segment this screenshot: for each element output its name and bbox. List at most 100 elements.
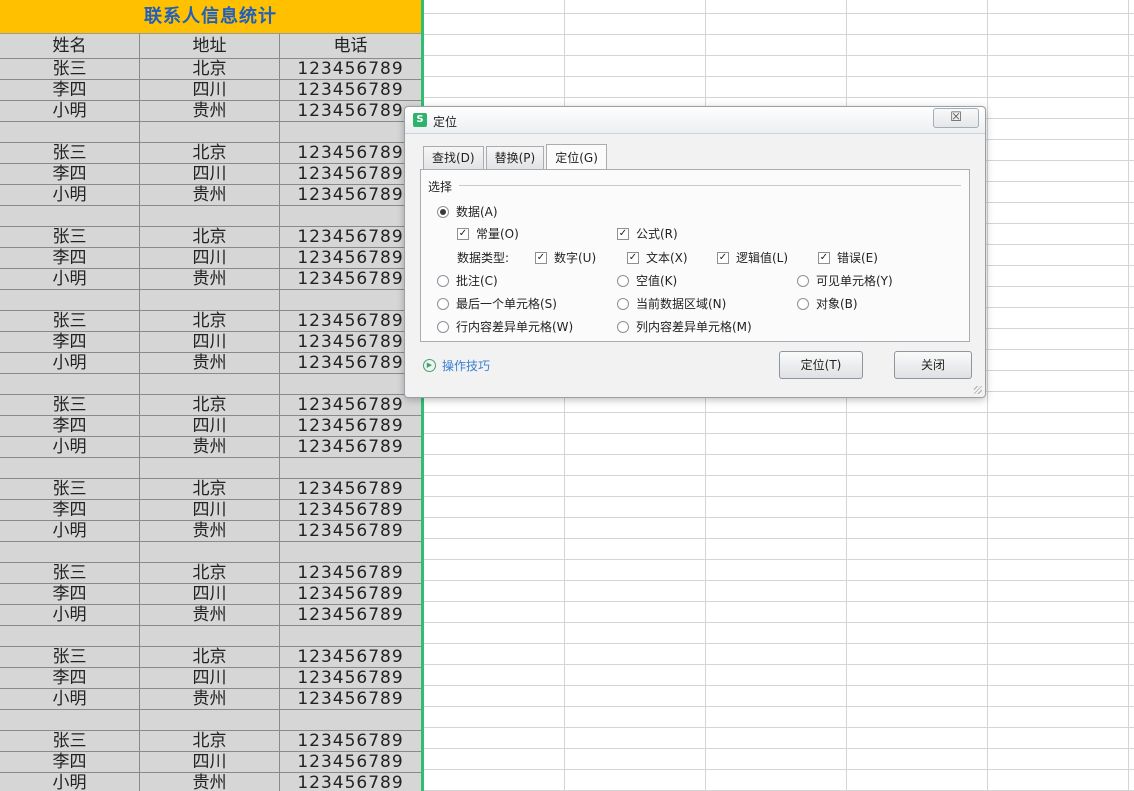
name-cell[interactable]: 张三 (0, 59, 140, 79)
phone-cell[interactable] (280, 458, 421, 478)
radio-icon[interactable] (617, 297, 629, 310)
phone-cell[interactable]: 123456789 (280, 59, 421, 79)
address-cell[interactable]: 贵州 (140, 521, 280, 541)
phone-cell[interactable] (280, 122, 421, 142)
phone-cell[interactable]: 123456789 (280, 164, 421, 184)
checkbox-icon[interactable]: ✓ (627, 251, 639, 264)
phone-cell[interactable]: 123456789 (280, 80, 421, 100)
name-cell[interactable]: 李四 (0, 752, 140, 772)
phone-cell[interactable]: 123456789 (280, 500, 421, 520)
phone-cell[interactable]: 123456789 (280, 143, 421, 163)
address-cell[interactable]: 四川 (140, 668, 280, 688)
option-col-diff[interactable]: 列内容差异单元格(M) (617, 318, 752, 335)
address-cell[interactable] (140, 122, 280, 142)
checkbox-icon[interactable]: ✓ (818, 251, 830, 264)
phone-cell[interactable]: 123456789 (280, 416, 421, 436)
address-cell[interactable]: 四川 (140, 164, 280, 184)
phone-cell[interactable]: 123456789 (280, 689, 421, 709)
name-cell[interactable] (0, 374, 140, 394)
phone-cell[interactable]: 123456789 (280, 227, 421, 247)
option-error[interactable]: ✓ 错误(E) (818, 249, 878, 266)
name-cell[interactable]: 李四 (0, 164, 140, 184)
phone-cell[interactable]: 123456789 (280, 395, 421, 415)
name-cell[interactable] (0, 206, 140, 226)
radio-icon[interactable] (437, 320, 449, 333)
address-cell[interactable]: 四川 (140, 500, 280, 520)
name-cell[interactable]: 小明 (0, 605, 140, 625)
phone-cell[interactable]: 123456789 (280, 521, 421, 541)
address-cell[interactable]: 北京 (140, 731, 280, 751)
name-cell[interactable]: 张三 (0, 311, 140, 331)
address-cell[interactable]: 北京 (140, 227, 280, 247)
option-formula[interactable]: ✓ 公式(R) (617, 225, 678, 242)
address-cell[interactable]: 贵州 (140, 269, 280, 289)
phone-cell[interactable]: 123456789 (280, 752, 421, 772)
resize-grip-icon[interactable] (974, 386, 982, 394)
phone-cell[interactable]: 123456789 (280, 731, 421, 751)
phone-cell[interactable]: 123456789 (280, 185, 421, 205)
radio-icon[interactable] (437, 205, 449, 218)
tips-label[interactable]: 操作技巧 (442, 357, 490, 374)
address-cell[interactable]: 北京 (140, 647, 280, 667)
header-address[interactable]: 地址 (140, 34, 280, 58)
name-cell[interactable]: 李四 (0, 668, 140, 688)
name-cell[interactable] (0, 542, 140, 562)
header-phone[interactable]: 电话 (280, 34, 421, 58)
phone-cell[interactable] (280, 710, 421, 730)
name-cell[interactable]: 李四 (0, 500, 140, 520)
option-text[interactable]: ✓ 文本(X) (627, 249, 688, 266)
phone-cell[interactable]: 123456789 (280, 584, 421, 604)
radio-icon[interactable] (797, 274, 809, 287)
table-title[interactable]: 联系人信息统计 (0, 0, 421, 34)
address-cell[interactable]: 四川 (140, 584, 280, 604)
address-cell[interactable]: 北京 (140, 143, 280, 163)
address-cell[interactable]: 四川 (140, 416, 280, 436)
name-cell[interactable] (0, 290, 140, 310)
name-cell[interactable]: 李四 (0, 332, 140, 352)
address-cell[interactable]: 四川 (140, 752, 280, 772)
close-button[interactable]: 关闭 (894, 351, 972, 379)
address-cell[interactable]: 贵州 (140, 605, 280, 625)
address-cell[interactable]: 贵州 (140, 101, 280, 121)
address-cell[interactable]: 四川 (140, 332, 280, 352)
address-cell[interactable]: 北京 (140, 479, 280, 499)
option-constant[interactable]: ✓ 常量(O) (457, 225, 519, 242)
option-objects[interactable]: 对象(B) (797, 295, 858, 312)
radio-icon[interactable] (437, 297, 449, 310)
name-cell[interactable]: 小明 (0, 353, 140, 373)
name-cell[interactable]: 张三 (0, 647, 140, 667)
phone-cell[interactable]: 123456789 (280, 605, 421, 625)
name-cell[interactable]: 小明 (0, 689, 140, 709)
name-cell[interactable]: 李四 (0, 584, 140, 604)
phone-cell[interactable]: 123456789 (280, 248, 421, 268)
address-cell[interactable]: 贵州 (140, 185, 280, 205)
phone-cell[interactable]: 123456789 (280, 269, 421, 289)
name-cell[interactable]: 李四 (0, 80, 140, 100)
address-cell[interactable]: 四川 (140, 248, 280, 268)
address-cell[interactable] (140, 710, 280, 730)
name-cell[interactable]: 小明 (0, 185, 140, 205)
phone-cell[interactable]: 123456789 (280, 311, 421, 331)
option-row-diff[interactable]: 行内容差异单元格(W) (437, 318, 573, 335)
phone-cell[interactable]: 123456789 (280, 773, 421, 791)
phone-cell[interactable] (280, 374, 421, 394)
tab-find[interactable]: 查找(D) (423, 146, 484, 169)
name-cell[interactable]: 张三 (0, 563, 140, 583)
radio-icon[interactable] (617, 320, 629, 333)
name-cell[interactable]: 李四 (0, 248, 140, 268)
name-cell[interactable]: 小明 (0, 101, 140, 121)
option-visible-cells[interactable]: 可见单元格(Y) (797, 272, 893, 289)
phone-cell[interactable]: 123456789 (280, 101, 421, 121)
phone-cell[interactable]: 123456789 (280, 647, 421, 667)
checkbox-icon[interactable]: ✓ (535, 251, 547, 264)
address-cell[interactable]: 北京 (140, 311, 280, 331)
name-cell[interactable]: 小明 (0, 269, 140, 289)
address-cell[interactable]: 北京 (140, 59, 280, 79)
name-cell[interactable]: 张三 (0, 479, 140, 499)
checkbox-icon[interactable]: ✓ (617, 227, 629, 240)
phone-cell[interactable] (280, 206, 421, 226)
tab-replace[interactable]: 替换(P) (485, 146, 545, 169)
radio-icon[interactable] (797, 297, 809, 310)
address-cell[interactable]: 贵州 (140, 353, 280, 373)
name-cell[interactable] (0, 458, 140, 478)
